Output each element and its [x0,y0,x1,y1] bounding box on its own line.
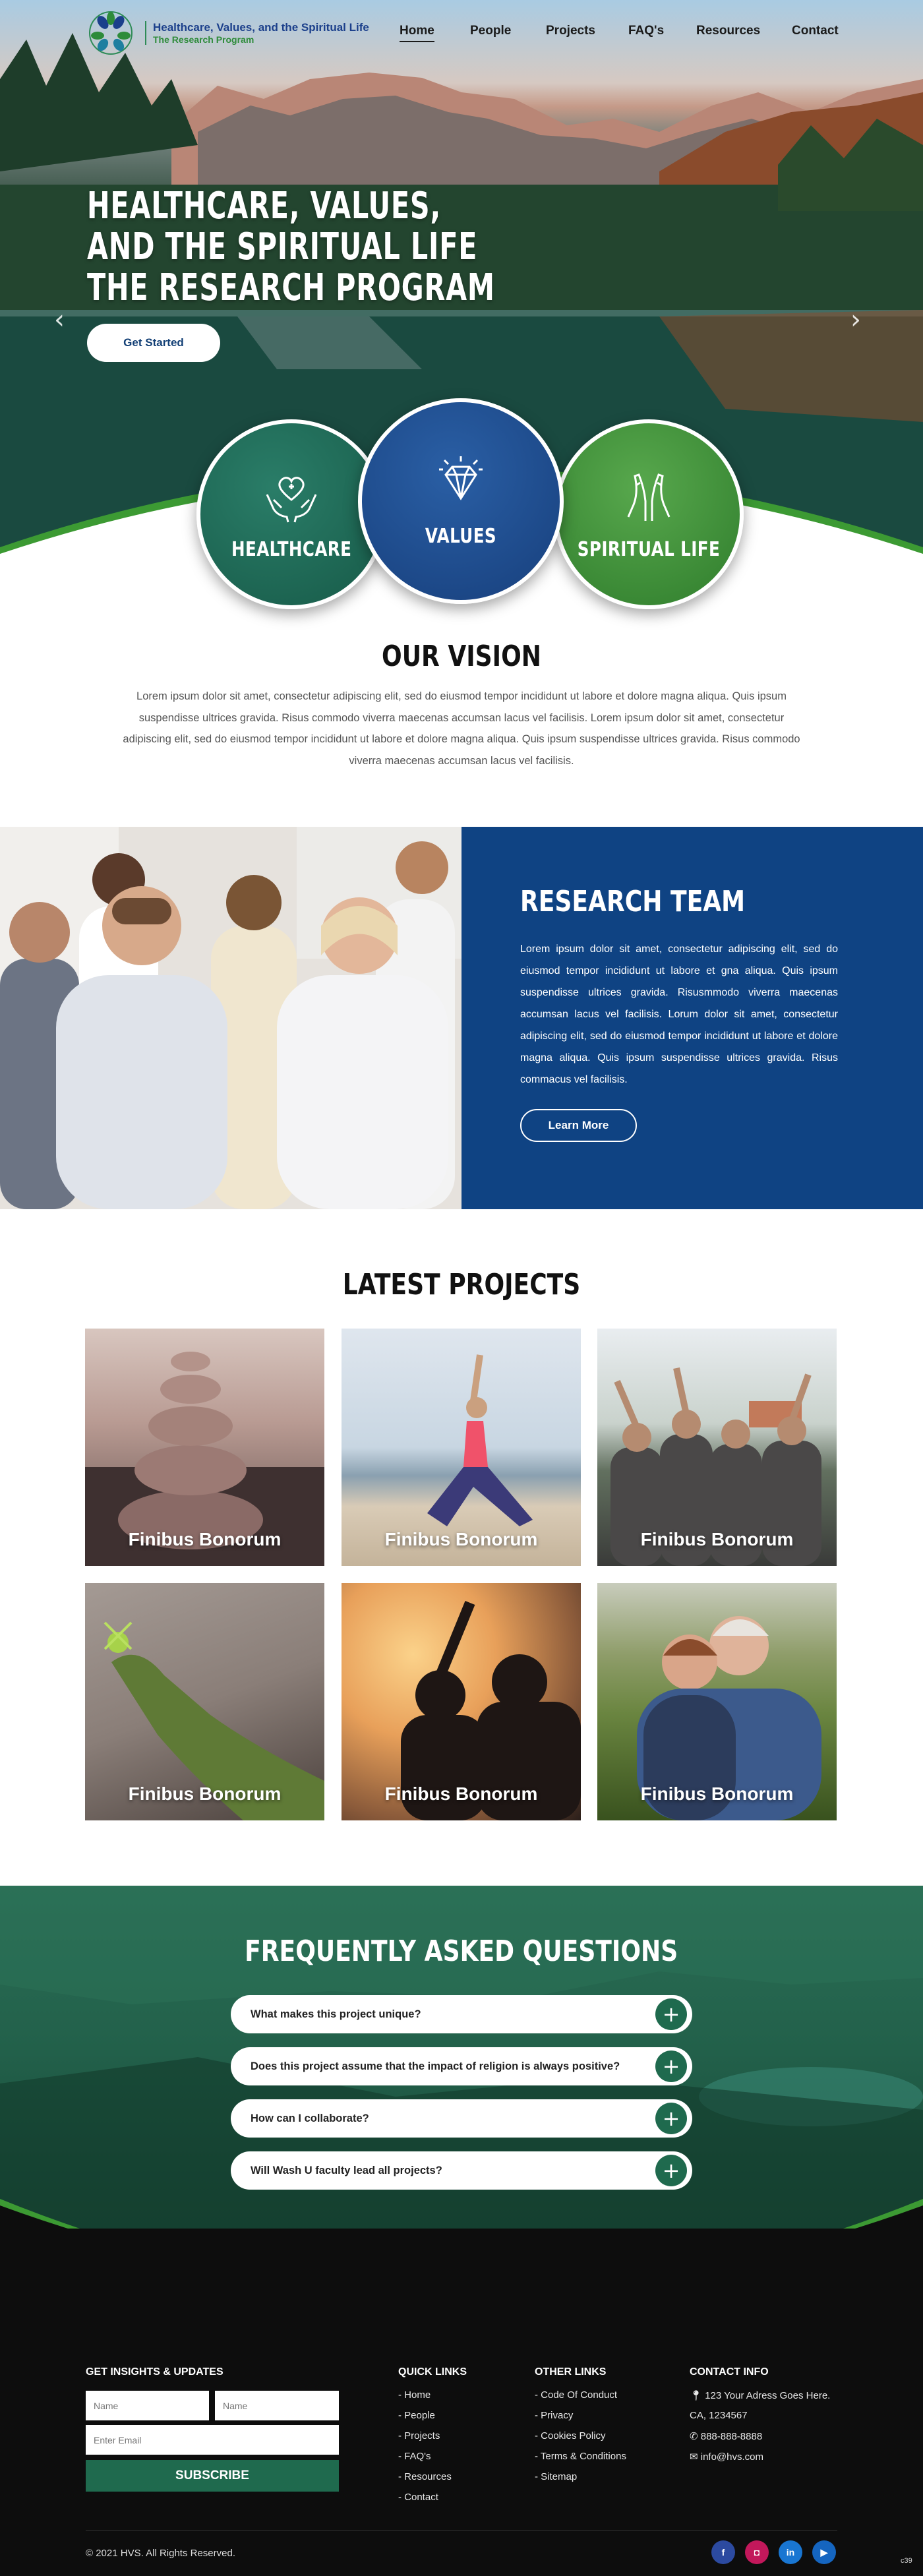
copyright: © 2021 HVS. All Rights Reserved. [86,2548,235,2559]
faq-item[interactable]: What makes this project unique? + [231,1995,692,2033]
footer-link-people[interactable]: - People [398,2410,435,2421]
instagram-icon[interactable]: ◘ [745,2540,769,2564]
faq-item[interactable]: Will Wash U faculty lead all projects? + [231,2151,692,2190]
logo-title: Healthcare, Values, and the Spiritual Li… [153,21,369,34]
team-photo [0,827,462,1209]
footer-link-faqs[interactable]: - FAQ's [398,2451,431,2462]
footer-link-resources[interactable]: - Resources [398,2471,452,2482]
pillar-spiritual-life[interactable]: SPIRITUAL LIFE [554,419,744,609]
first-name-input[interactable] [86,2391,209,2420]
nav-resources[interactable]: Resources [696,24,760,38]
tree-logo-icon [89,11,133,55]
projects-title-wrap: LATEST PROJECTS [0,1268,923,1302]
project-caption: Finibus Bonorum [384,1529,538,1549]
site-logo[interactable]: Healthcare, Values, and the Spiritual Li… [84,9,369,57]
insights-title: GET INSIGHTS & UPDATES [86,2366,223,2378]
footer-link-home[interactable]: - Home [398,2389,431,2401]
team-people-image [0,827,462,1209]
nav-faqs[interactable]: FAQ's [628,24,664,38]
footer-link-contact[interactable]: - Contact [398,2492,438,2503]
pillar-label: SPIRITUAL LIFE [577,537,721,561]
pillar-label: VALUES [425,524,497,548]
faq-question: Does this project assume that the impact… [251,2060,620,2072]
faq-title-wrap: FREQUENTLY ASKED QUESTIONS [0,1934,923,1968]
diamond-icon [439,456,483,500]
projects-title: LATEST PROJECTS [342,1268,581,1302]
faq-question: What makes this project unique? [251,2008,421,2020]
footer-link-cookies[interactable]: - Cookies Policy [535,2430,606,2441]
project-card[interactable]: Finibus Bonorum [597,1583,837,1820]
chevron-right-icon[interactable]: › [850,305,861,335]
corner-label: c39 [901,2557,912,2565]
project-caption: Finibus Bonorum [128,1529,282,1549]
hero-title-line: THE RESEARCH PROGRAM [87,266,495,309]
faq-question: How can I collaborate? [251,2112,369,2124]
get-started-button[interactable]: Get Started [87,324,220,362]
phone-icon: ✆ [690,2431,698,2442]
project-card[interactable]: Finibus Bonorum [342,1329,581,1566]
project-card[interactable]: Finibus Bonorum [597,1329,837,1566]
phone-text: 888-888-8888 [700,2431,763,2442]
pillar-label: HEALTHCARE [231,537,352,561]
team-title: RESEARCH TEAM [520,885,746,918]
team-text: Lorem ipsum dolor sit amet, consectetur … [520,944,838,1085]
email-text: info@hvs.com [700,2451,764,2463]
hero-title-line: AND THE SPIRITUAL LIFE [87,225,478,268]
hands-heart-cross-icon [266,476,317,522]
footer-link-sitemap[interactable]: - Sitemap [535,2471,577,2482]
project-card[interactable]: Finibus Bonorum [85,1329,324,1566]
vision-title: OUR VISION [382,640,541,673]
project-card[interactable]: Finibus Bonorum [85,1583,324,1820]
address-line: 📍︎ 123 Your Adress Goes Here. [690,2389,830,2401]
praying-hands-icon [627,473,670,521]
nav-home[interactable]: Home [400,24,434,42]
vision-title-wrap: OUR VISION [0,640,923,673]
nav-people[interactable]: People [470,24,511,38]
quick-links-title: QUICK LINKS [398,2366,467,2378]
footer-link-projects[interactable]: - Projects [398,2430,440,2441]
plus-icon[interactable]: + [655,2051,687,2082]
chevron-left-icon[interactable]: ‹ [54,305,65,335]
faq-title: FREQUENTLY ASKED QUESTIONS [245,1934,678,1968]
linkedin-icon[interactable]: in [779,2540,802,2564]
envelope-icon: ✉ [690,2451,698,2463]
footer-link-code-of-conduct[interactable]: - Code Of Conduct [535,2389,617,2401]
hero-title-line: HEALTHCARE, VALUES, [87,185,441,227]
project-caption: Finibus Bonorum [640,1529,794,1549]
plus-icon[interactable]: + [655,1998,687,2030]
footer-link-terms[interactable]: - Terms & Conditions [535,2451,626,2462]
footer-link-privacy[interactable]: - Privacy [535,2410,573,2421]
subscribe-button[interactable]: SUBSCRIBE [86,2460,339,2492]
hero-title: HEALTHCARE, VALUES, AND THE SPIRITUAL LI… [87,186,585,309]
plus-icon[interactable]: + [655,2103,687,2134]
project-card[interactable]: Finibus Bonorum [342,1583,581,1820]
phone-line[interactable]: ✆ 888-888-8888 [690,2430,762,2442]
faq-item[interactable]: Does this project assume that the impact… [231,2047,692,2085]
facebook-icon[interactable]: f [711,2540,735,2564]
youtube-icon[interactable]: ▶ [812,2540,836,2564]
vision-text: Lorem ipsum dolor sit amet, consectetur … [123,690,800,767]
email-input[interactable] [86,2425,339,2455]
pillar-values[interactable]: VALUES [358,398,564,604]
logo-subtitle: The Research Program [153,34,254,45]
address-text: 123 Your Adress Goes Here. [705,2390,831,2401]
faq-question: Will Wash U faculty lead all projects? [251,2164,442,2176]
faq-item[interactable]: How can I collaborate? + [231,2099,692,2138]
learn-more-button[interactable]: Learn More [520,1109,637,1142]
project-caption: Finibus Bonorum [128,1783,282,1804]
email-line[interactable]: ✉ info@hvs.com [690,2451,763,2463]
project-caption: Finibus Bonorum [384,1783,538,1804]
contact-title: CONTACT INFO [690,2366,769,2378]
other-links-title: OTHER LINKS [535,2366,607,2378]
project-caption: Finibus Bonorum [640,1783,794,1804]
plus-icon[interactable]: + [655,2155,687,2186]
nav-projects[interactable]: Projects [546,24,595,38]
pillar-healthcare[interactable]: HEALTHCARE [196,419,386,609]
last-name-input[interactable] [215,2391,339,2420]
map-pin-icon: 📍︎ [690,2390,703,2401]
nav-contact[interactable]: Contact [792,24,839,38]
address-line-2: CA, 1234567 [690,2410,748,2421]
